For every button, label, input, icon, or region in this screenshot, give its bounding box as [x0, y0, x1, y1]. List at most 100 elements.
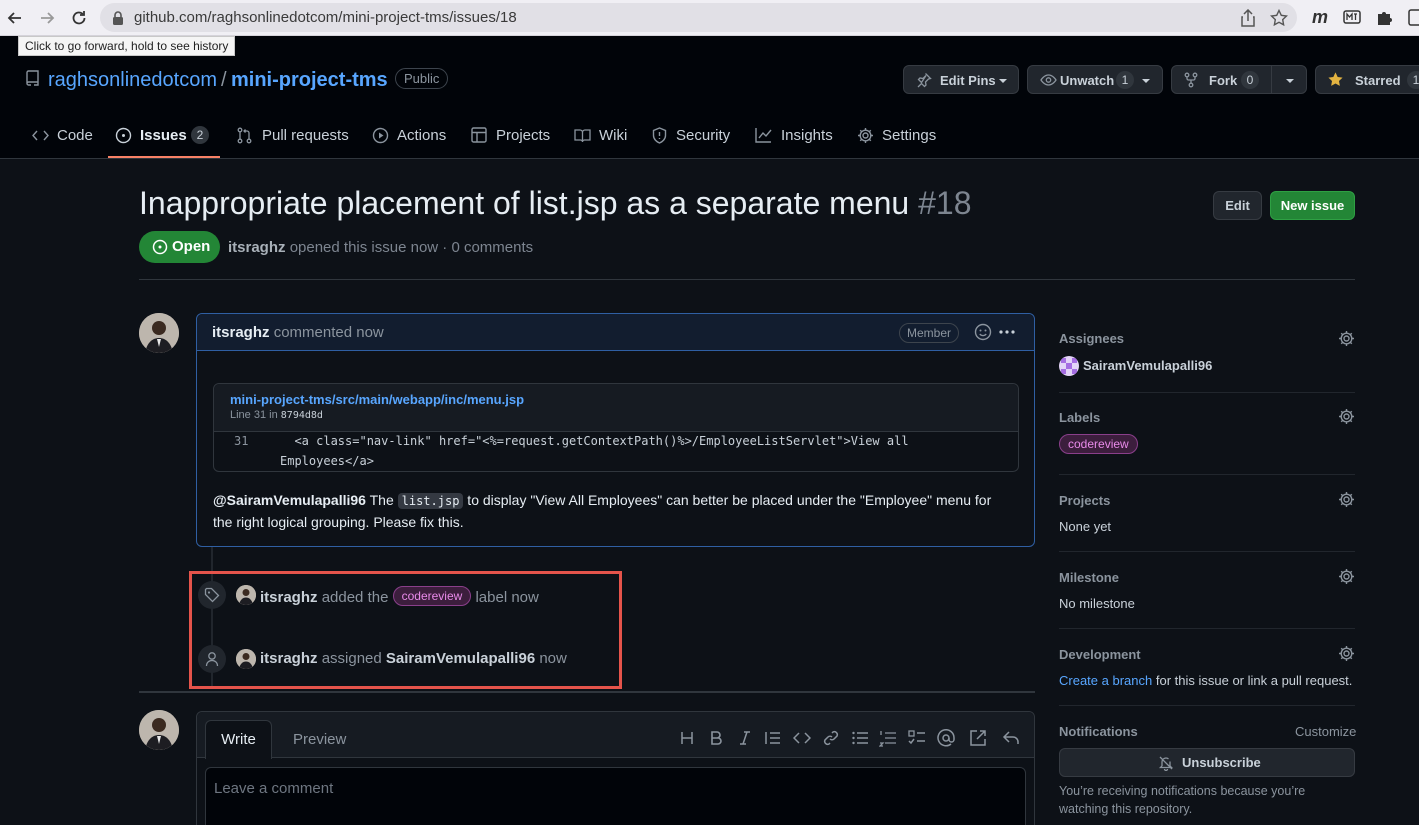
development-heading[interactable]: Development: [1059, 647, 1141, 662]
repo-icon: [25, 70, 39, 87]
pull-request-icon: [237, 127, 253, 144]
forward-arrow-icon[interactable]: [37, 8, 57, 28]
timeline-end-divider: [139, 691, 1035, 693]
repo-name-link[interactable]: mini-project-tms: [231, 69, 388, 92]
highlight-box: [189, 571, 622, 689]
code-line-wrap: Employees</a>: [280, 454, 374, 468]
smiley-icon[interactable]: [974, 323, 992, 341]
chevron-down-icon[interactable]: [1285, 78, 1295, 84]
play-icon: [372, 127, 389, 144]
heading-icon[interactable]: [678, 729, 696, 747]
back-arrow-icon[interactable]: [5, 8, 25, 28]
permalink-file-link[interactable]: mini-project-tms/src/main/webapp/inc/men…: [230, 392, 524, 407]
gear-icon[interactable]: [1338, 330, 1355, 347]
italic-icon[interactable]: [736, 729, 754, 747]
new-issue-button[interactable]: New issue: [1270, 191, 1355, 220]
issue-title-text: Inappropriate placement of list.jsp as a…: [139, 185, 910, 221]
fork-icon: [1184, 72, 1198, 88]
forward-tooltip: Click to go forward, hold to see history: [18, 36, 235, 56]
assignees-heading[interactable]: Assignees: [1059, 331, 1124, 346]
starred-button[interactable]: Starred 1: [1315, 65, 1419, 94]
assignee-link[interactable]: SairamVemulapalli96: [1083, 358, 1212, 373]
extension-mb-icon[interactable]: [1343, 10, 1361, 24]
sidebar-toggle-icon[interactable]: [1408, 9, 1419, 26]
lock-icon: [112, 11, 124, 25]
unwatch-button[interactable]: Unwatch 1: [1027, 65, 1163, 94]
bookmark-star-icon[interactable]: [1270, 9, 1288, 27]
tab-preview[interactable]: Preview: [293, 731, 346, 748]
graph-icon: [755, 127, 772, 143]
visibility-badge: Public: [395, 68, 449, 89]
author-avatar[interactable]: [139, 313, 179, 353]
codereview-label[interactable]: codereview: [1059, 434, 1138, 454]
star-filled-icon: [1327, 71, 1344, 88]
pin-icon: [916, 72, 932, 88]
button-divider: [1271, 66, 1272, 93]
issues-count: 2: [191, 126, 209, 144]
gear-icon[interactable]: [1338, 568, 1355, 585]
gear-icon[interactable]: [1338, 408, 1355, 425]
gear-icon[interactable]: [1338, 491, 1355, 508]
sidebar-divider: [1059, 474, 1355, 475]
sidebar-divider: [1059, 705, 1355, 706]
edit-pins-button[interactable]: Edit Pins: [903, 65, 1019, 94]
comment-timestamp[interactable]: commented now: [274, 324, 384, 341]
customize-link[interactable]: Customize: [1295, 724, 1356, 739]
kebab-menu-icon[interactable]: [998, 324, 1016, 340]
share-icon[interactable]: [1240, 9, 1256, 27]
current-user-avatar[interactable]: [139, 710, 179, 750]
commit-sha-link[interactable]: 8794d8d: [281, 410, 323, 421]
comment-author-link[interactable]: itsraghz: [212, 324, 270, 341]
sidebar-divider: [1059, 628, 1355, 629]
gear-icon[interactable]: [1338, 645, 1355, 662]
development-text: Create a branch for this issue or link a…: [1059, 673, 1353, 688]
repo-owner-link[interactable]: raghsonlinedotcom: [48, 69, 217, 92]
book-icon: [574, 128, 591, 143]
eye-icon: [1040, 72, 1057, 88]
issue-author-link[interactable]: itsraghz: [228, 239, 286, 256]
sidebar-divider: [1059, 392, 1355, 393]
bold-icon[interactable]: [707, 729, 725, 747]
editor-header: Write Preview: [197, 712, 1034, 759]
comment-body: @SairamVemulapalli96 The list.jsp to dis…: [213, 492, 992, 530]
gear-icon: [857, 127, 874, 144]
edit-button[interactable]: Edit: [1213, 191, 1262, 220]
assignee-avatar[interactable]: [1059, 356, 1079, 376]
extensions-puzzle-icon[interactable]: [1376, 9, 1393, 26]
extension-m-icon[interactable]: m: [1312, 7, 1328, 28]
task-list-icon[interactable]: [908, 729, 926, 747]
reload-icon[interactable]: [69, 8, 89, 28]
numbered-list-icon[interactable]: [879, 729, 897, 747]
notification-note: You’re receiving notifications because y…: [1059, 784, 1306, 816]
notifications-heading: Notifications: [1059, 724, 1138, 739]
bell-slash-icon: [1158, 755, 1174, 771]
code-icon: [32, 128, 49, 143]
comment-header: itsraghz commented now Member: [197, 314, 1034, 351]
reply-icon[interactable]: [1002, 729, 1020, 747]
bulleted-list-icon[interactable]: [851, 729, 869, 747]
permalink-header: mini-project-tms/src/main/webapp/inc/men…: [214, 384, 1018, 432]
code-permalink: mini-project-tms/src/main/webapp/inc/men…: [213, 383, 1019, 472]
repo-path-separator: /: [221, 69, 227, 91]
comment-textarea[interactable]: [205, 767, 1026, 825]
line-number[interactable]: 31: [234, 434, 248, 448]
labels-heading[interactable]: Labels: [1059, 410, 1100, 425]
issue-open-icon: [152, 239, 168, 255]
link-icon[interactable]: [822, 729, 840, 747]
unsubscribe-button[interactable]: Unsubscribe: [1059, 748, 1355, 777]
cross-reference-icon[interactable]: [969, 729, 987, 747]
code-line: <a class="nav-link" href="<%=request.get…: [280, 434, 909, 448]
create-branch-link[interactable]: Create a branch: [1059, 673, 1152, 688]
fork-button[interactable]: Fork 0: [1171, 65, 1307, 94]
issue-number: #18: [918, 185, 972, 221]
mention-icon[interactable]: [937, 729, 955, 747]
tab-write[interactable]: Write: [205, 720, 272, 759]
quote-icon[interactable]: [764, 729, 782, 747]
issue-icon: [115, 127, 132, 144]
code-icon[interactable]: [793, 729, 811, 747]
watch-count: 1: [1116, 71, 1134, 89]
user-mention-link[interactable]: @SairamVemulapalli96: [213, 492, 366, 508]
milestone-heading[interactable]: Milestone: [1059, 570, 1119, 585]
projects-heading[interactable]: Projects: [1059, 493, 1110, 508]
url-text[interactable]: github.com/raghsonlinedotcom/mini-projec…: [134, 9, 517, 26]
